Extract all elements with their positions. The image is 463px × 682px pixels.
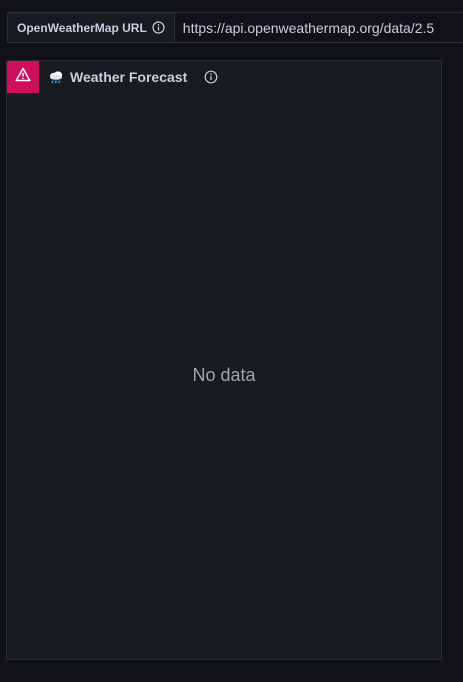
variable-label-text: OpenWeatherMap URL — [17, 20, 147, 35]
info-icon[interactable] — [152, 21, 165, 34]
panel-title: Weather Forecast — [70, 69, 188, 85]
cloud-with-rain-icon — [48, 69, 64, 85]
weather-forecast-panel: Weather Forecast No data — [6, 60, 442, 660]
panel-error-badge[interactable] — [7, 61, 39, 93]
warning-icon — [15, 67, 31, 87]
variable-label: OpenWeatherMap URL — [7, 12, 175, 43]
variable-value-text: https://api.openweathermap.org/data/2.5 — [182, 19, 435, 36]
template-variable-row: OpenWeatherMap URL https://api.openweath… — [7, 12, 463, 43]
no-data-message: No data — [192, 365, 256, 385]
panel-info-icon[interactable] — [204, 70, 218, 84]
panel-header[interactable]: Weather Forecast — [7, 61, 441, 93]
variable-value-input[interactable]: https://api.openweathermap.org/data/2.5 — [174, 12, 463, 43]
